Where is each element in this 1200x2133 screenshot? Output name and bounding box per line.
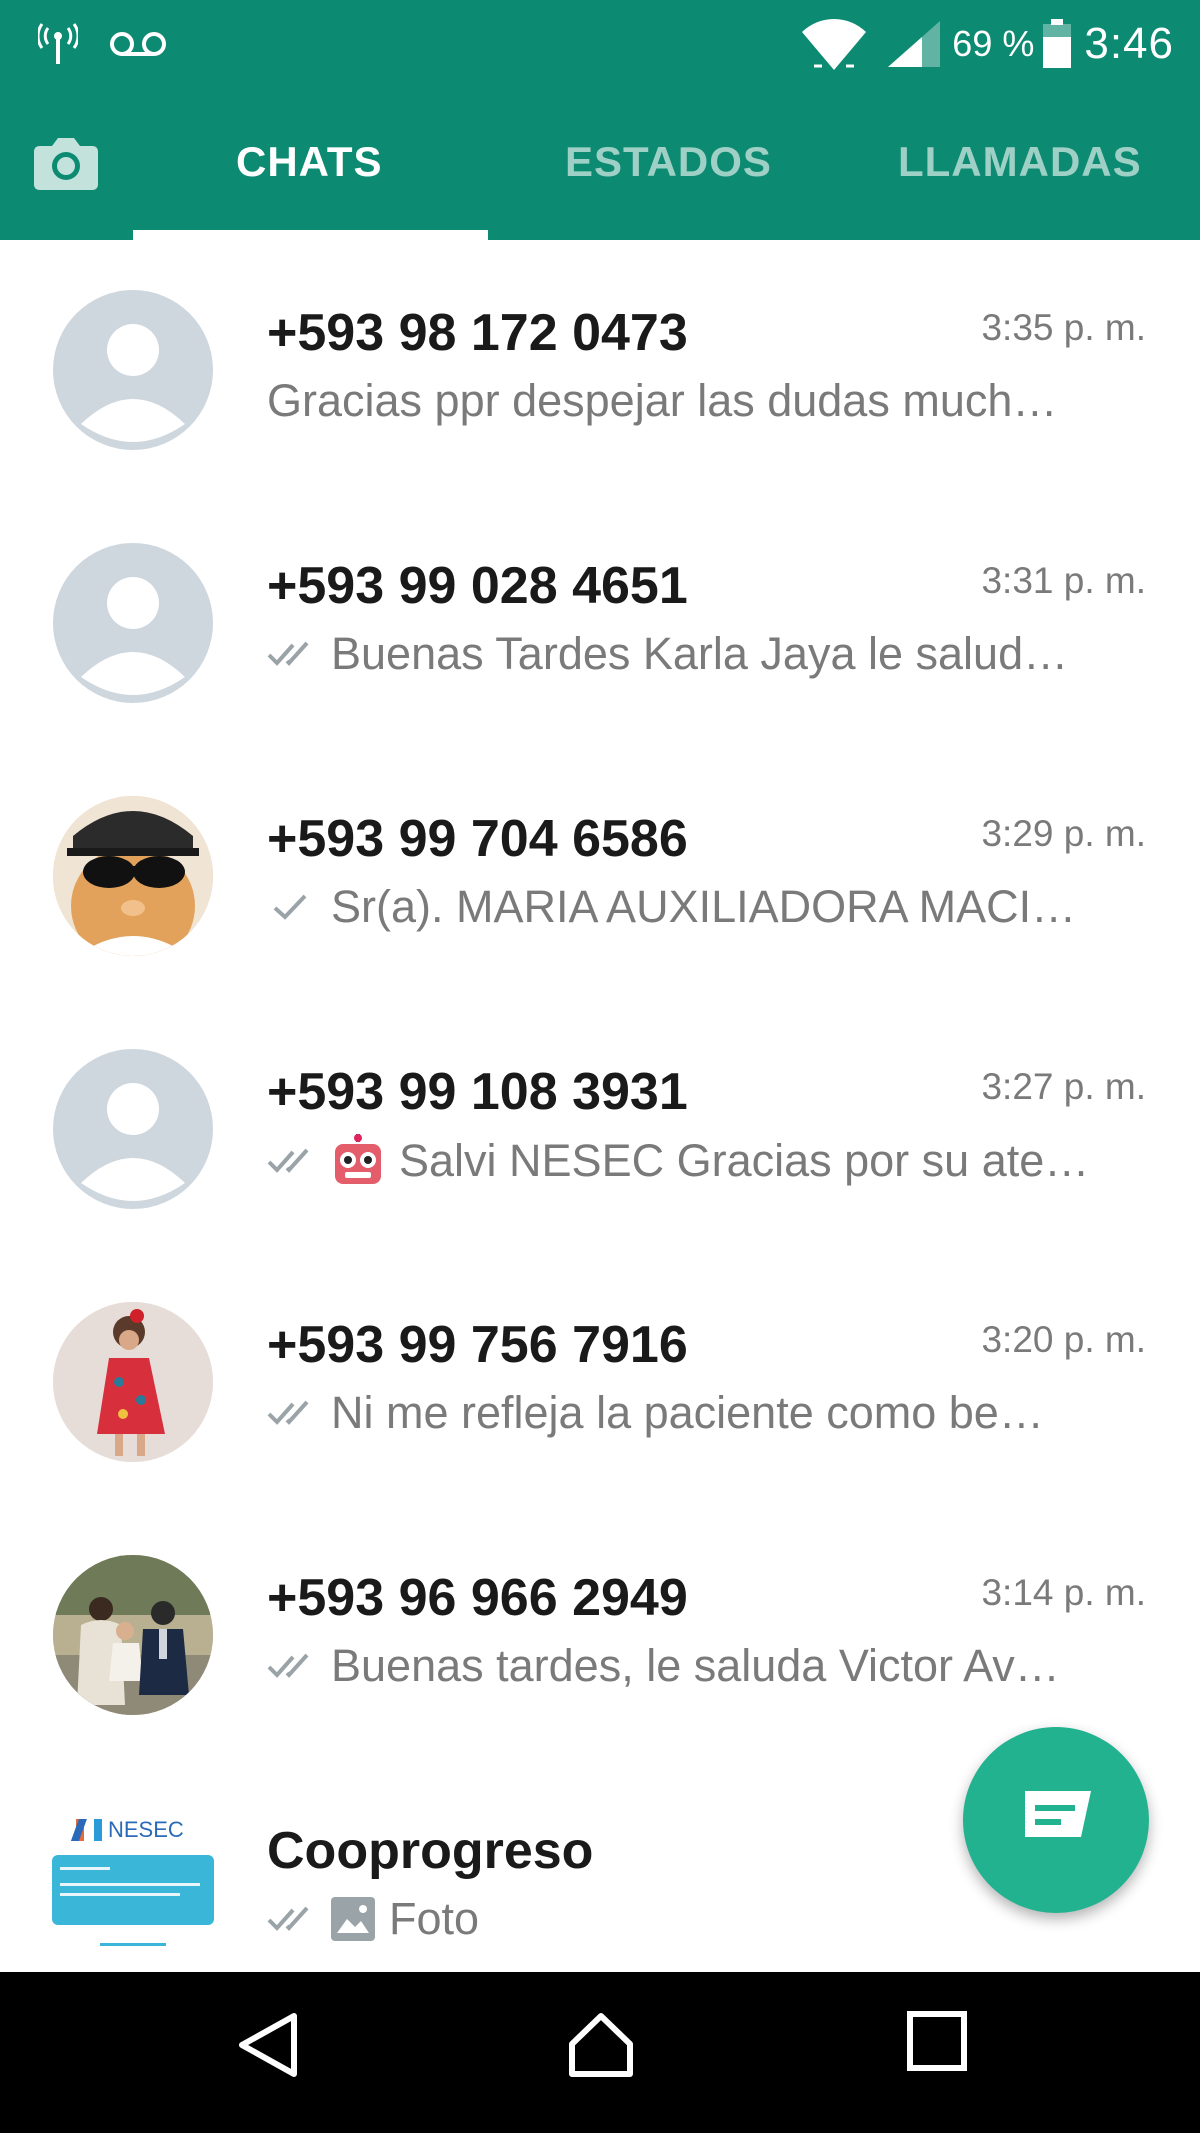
tab-bar: CHATS ESTADOS LLAMADAS	[0, 88, 1200, 240]
chat-time: 3:29 p. m.	[981, 813, 1146, 854]
person-placeholder-icon	[81, 1083, 185, 1201]
double-check-icon	[267, 1400, 309, 1425]
tab-estados[interactable]: ESTADOS	[565, 138, 772, 186]
chat-list[interactable]: +593 98 172 0473 3:35 p. m. Gracias ppr …	[0, 240, 1200, 1972]
voicemail-icon	[110, 32, 166, 56]
avatar-default	[53, 543, 213, 703]
person-placeholder-icon	[81, 324, 185, 442]
avatar-photo-girl	[53, 1302, 213, 1462]
chat-time: 3:14 p. m.	[981, 1572, 1146, 1613]
chat-preview-text: Salvi NESEC Gracias por su ate…	[399, 1135, 1090, 1186]
app-header: 69 % 3:46 CHATS ESTADOS LLAMADAS	[0, 0, 1200, 240]
tab-llamadas[interactable]: LLAMADAS	[898, 138, 1142, 186]
home-icon[interactable]	[566, 2010, 636, 2080]
chat-row[interactable]: +593 99 108 3931 3:27 p. m. Salvi NESEC …	[0, 1024, 1200, 1277]
chat-row[interactable]: +593 99 704 6586 3:29 p. m. Sr(a). MARIA…	[0, 771, 1200, 1024]
chat-row[interactable]: +593 98 172 0473 3:35 p. m. Gracias ppr …	[0, 265, 1200, 518]
chat-time: 3:31 p. m.	[981, 560, 1146, 601]
double-check-icon	[267, 1906, 309, 1931]
chat-row[interactable]: +593 99 756 7916 3:20 p. m. Ni me reflej…	[0, 1277, 1200, 1530]
person-placeholder-icon	[81, 577, 185, 695]
chat-name: +593 99 704 6586	[267, 810, 688, 868]
avatar-nesec: NESEC	[50, 1805, 216, 1972]
girl-photo-image	[53, 1302, 213, 1462]
chat-preview-text: Sr(a). MARIA AUXILIADORA MACI…	[331, 881, 1077, 932]
camera-icon[interactable]	[32, 128, 100, 196]
hotspot-icon	[38, 23, 78, 64]
chat-time: 3:20 p. m.	[981, 1319, 1146, 1360]
avatar-photo-cat	[53, 796, 213, 956]
chat-time: 3:35 p. m.	[981, 307, 1146, 348]
new-chat-button[interactable]	[963, 1727, 1149, 1913]
chat-name: +593 98 172 0473	[267, 304, 688, 362]
chat-name: Cooprogreso	[267, 1822, 594, 1880]
chat-preview: Salvi NESEC Gracias por su ate…	[267, 1134, 1127, 1188]
chat-preview-text: Ni me refleja la paciente como be…	[331, 1387, 1044, 1438]
recents-icon[interactable]	[906, 2010, 968, 2072]
double-check-icon	[267, 1653, 309, 1678]
clock: 3:46	[1084, 19, 1174, 68]
chat-preview-text: Gracias ppr despejar las dudas much…	[267, 375, 1058, 426]
photo-icon	[331, 1897, 375, 1941]
chat-name: +593 96 966 2949	[267, 1569, 688, 1627]
chat-name: +593 99 756 7916	[267, 1316, 688, 1374]
single-check-icon	[273, 894, 307, 920]
nesec-logo-text: NESEC	[108, 1817, 184, 1842]
chat-preview: Buenas tardes, le saluda Victor Av…	[267, 1640, 1127, 1692]
wifi-icon	[802, 19, 867, 70]
double-check-icon	[267, 641, 309, 666]
chat-preview: Ni me refleja la paciente como be…	[267, 1387, 1127, 1439]
avatar-default	[53, 1049, 213, 1209]
chat-name: +593 99 108 3931	[267, 1063, 688, 1121]
message-icon	[1025, 1791, 1091, 1837]
battery-percent: 69 %	[952, 23, 1035, 64]
signal-icon	[888, 21, 941, 67]
chat-row[interactable]: +593 99 028 4651 3:31 p. m. Buenas Tarde…	[0, 518, 1200, 771]
family-photo-image	[53, 1555, 213, 1715]
chat-preview: Sr(a). MARIA AUXILIADORA MACI…	[267, 881, 1127, 933]
nesec-logo-image: NESEC	[50, 1805, 216, 1972]
chat-preview: Foto	[267, 1893, 1127, 1945]
robot-emoji-icon	[335, 1134, 381, 1184]
back-icon[interactable]	[236, 2010, 300, 2080]
chat-preview-text: Buenas Tardes Karla Jaya le salud…	[331, 628, 1069, 679]
android-nav-bar	[0, 1972, 1200, 2133]
active-tab-indicator	[133, 230, 488, 240]
avatar-default	[53, 290, 213, 450]
cat-sunglasses-image	[53, 796, 213, 956]
chat-name: +593 99 028 4651	[267, 557, 688, 615]
battery-icon	[1043, 19, 1072, 68]
status-bar: 69 % 3:46	[0, 0, 1200, 88]
chat-preview: Buenas Tardes Karla Jaya le salud…	[267, 628, 1127, 680]
tab-chats[interactable]: CHATS	[236, 138, 383, 186]
double-check-icon	[267, 1148, 309, 1173]
chat-preview: Gracias ppr despejar las dudas much…	[267, 375, 1127, 427]
avatar-photo-family	[53, 1555, 213, 1715]
chat-preview-text: Buenas tardes, le saluda Victor Av…	[331, 1640, 1060, 1691]
chat-time: 3:27 p. m.	[981, 1066, 1146, 1107]
chat-preview-text: Foto	[389, 1893, 480, 1944]
